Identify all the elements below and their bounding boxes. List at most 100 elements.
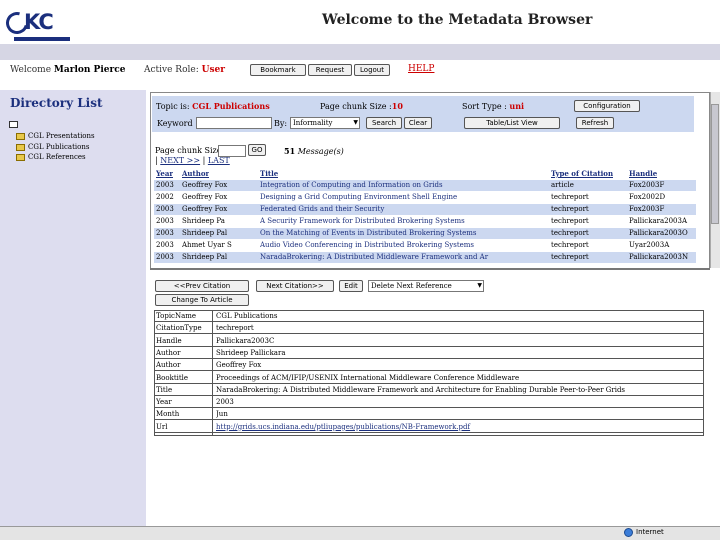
table-cell: Shrideep Pal bbox=[182, 229, 228, 237]
keyword-label: Keyword bbox=[157, 119, 193, 128]
next-citation-button[interactable]: Next Citation>> bbox=[256, 280, 334, 292]
page-chunk-label: Page chunk Size : bbox=[155, 146, 227, 155]
scrollbar-thumb[interactable] bbox=[711, 104, 719, 224]
table-cell: 2002 bbox=[156, 193, 174, 201]
detail-value: CGL Publications bbox=[216, 312, 278, 320]
detail-value: techreport bbox=[216, 324, 254, 333]
bookmark-button[interactable]: Bookmark bbox=[250, 64, 306, 76]
clear-button[interactable]: Clear bbox=[404, 117, 432, 129]
detail-value: Jun bbox=[216, 410, 228, 419]
detail-key: CitationType bbox=[156, 324, 202, 333]
chunk-size: Page chunk Size :10 bbox=[320, 101, 403, 111]
active-role-value: User bbox=[201, 65, 226, 75]
logo-text: KC bbox=[24, 10, 54, 34]
table-row[interactable]: 2003 Geoffrey Fox Federated Grids and thei… bbox=[154, 204, 696, 215]
table-list-view-button[interactable]: Table/List View bbox=[464, 117, 560, 129]
status-zone: Internet bbox=[636, 528, 664, 536]
table-cell: techreport bbox=[551, 205, 589, 213]
kc-logo: KC bbox=[1, 7, 70, 41]
table-cell: Shrideep Pal bbox=[182, 253, 228, 261]
refresh-button[interactable]: Refresh bbox=[576, 117, 614, 129]
logo-underline bbox=[14, 37, 70, 41]
table-cell: Pallickara2003N bbox=[629, 253, 689, 261]
table-row[interactable]: 2003 Ahmet Uyar S Audio Video Conferencing… bbox=[154, 240, 696, 251]
column-author[interactable]: Author bbox=[182, 169, 209, 178]
table-cell: Geoffrey Fox bbox=[182, 193, 228, 201]
go-button[interactable]: GO bbox=[248, 144, 266, 156]
table-cell: techreport bbox=[551, 229, 589, 237]
table-cell: Fox2003F bbox=[629, 205, 665, 213]
table-cell: 2003 bbox=[156, 205, 174, 213]
table-cell: Pallickara2003O bbox=[629, 229, 688, 237]
detail-key: Handle bbox=[156, 336, 182, 345]
edit-button[interactable]: Edit bbox=[339, 280, 363, 292]
help-link[interactable]: HELP bbox=[408, 64, 434, 74]
table-row[interactable]: 2003 Shrideep Pal On the Matching of Event… bbox=[154, 228, 696, 239]
table-cell: 2003 bbox=[156, 241, 174, 249]
column-title[interactable]: Title bbox=[260, 169, 278, 178]
sort-type: Sort Type : uni bbox=[462, 101, 525, 111]
detail-value: Shrideep Pallickara bbox=[216, 348, 286, 357]
keyword-input[interactable] bbox=[196, 117, 272, 129]
last-link[interactable]: LAST bbox=[208, 156, 230, 165]
header-band bbox=[0, 44, 720, 60]
table-cell: On the Matching of Events in Distributed… bbox=[260, 229, 477, 237]
table-cell: Geoffrey Fox bbox=[182, 205, 228, 213]
welcome-text: Welcome Marlon Pierce bbox=[10, 65, 125, 75]
logout-button[interactable]: Logout bbox=[354, 64, 390, 76]
by-select[interactable]: Informality ▼ bbox=[290, 117, 360, 129]
detail-key: Author bbox=[156, 361, 181, 370]
table-header: Year Author Title Type of Citation Handl… bbox=[154, 168, 696, 179]
welcome-label: Welcome bbox=[10, 65, 52, 75]
chevron-down-icon: ▼ bbox=[477, 282, 482, 289]
by-label: By: bbox=[274, 119, 288, 128]
table-row[interactable]: 2003 Shrideep Pal NaradaBrokering: A Distr… bbox=[154, 252, 696, 263]
table-cell: article bbox=[551, 181, 574, 189]
page-title: Welcome to the Metadata Browser bbox=[322, 12, 593, 28]
column-type[interactable]: Type of Citation bbox=[551, 169, 613, 178]
globe-icon bbox=[624, 528, 633, 537]
request-button[interactable]: Request bbox=[308, 64, 352, 76]
detail-row: Year 2003 bbox=[154, 397, 704, 409]
detail-row: Title NaradaBrokering: A Distributed Midd… bbox=[154, 385, 704, 396]
folder-icon bbox=[16, 143, 25, 151]
detail-row: CitationType techreport bbox=[154, 323, 704, 335]
tree-root-icon[interactable] bbox=[9, 121, 18, 128]
detail-value: Pallickara2003C bbox=[216, 336, 275, 345]
search-button[interactable]: Search bbox=[366, 117, 402, 129]
folder-icon bbox=[16, 153, 25, 161]
topic-value: CGL Publications bbox=[192, 101, 270, 111]
table-row[interactable]: 2002 Geoffrey Fox Designing a Grid Computi… bbox=[154, 192, 696, 203]
table-cell: 2003 bbox=[156, 181, 174, 189]
folder-icon bbox=[16, 132, 25, 140]
change-to-article-button[interactable]: Change To Article bbox=[155, 294, 249, 306]
table-cell: techreport bbox=[551, 253, 589, 261]
detail-value: Geoffrey Fox bbox=[216, 361, 262, 370]
table-cell: techreport bbox=[551, 217, 589, 225]
detail-key: Year bbox=[156, 398, 172, 407]
detail-url-link[interactable]: http://grids.ucs.indiana.edu/ptliupages/… bbox=[216, 423, 700, 431]
prev-citation-button[interactable]: <<Prev Citation bbox=[155, 280, 249, 292]
detail-row: Url http://grids.ucs.indiana.edu/ptliupag… bbox=[154, 422, 704, 433]
configuration-button[interactable]: Configuration bbox=[574, 100, 640, 112]
column-handle[interactable]: Handle bbox=[629, 169, 657, 178]
detail-key: Author bbox=[156, 348, 181, 357]
sidebar-item-references[interactable]: CGL References bbox=[16, 153, 86, 161]
table-cell: 2003 bbox=[156, 229, 174, 237]
action-select[interactable]: Delete Next Reference ▼ bbox=[368, 280, 484, 292]
table-cell: techreport bbox=[551, 241, 589, 249]
sidebar-item-publications[interactable]: CGL Publications bbox=[16, 143, 89, 151]
table-cell: 2003 bbox=[156, 253, 174, 261]
status-bar bbox=[0, 526, 720, 540]
active-role-label: Active Role: bbox=[144, 65, 199, 75]
table-row[interactable]: 2003 Geoffrey Fox Integration of Computing… bbox=[154, 180, 696, 191]
table-cell: NaradaBrokering: A Distributed Middlewar… bbox=[260, 253, 489, 261]
sidebar-item-presentations[interactable]: CGL Presentations bbox=[16, 132, 95, 140]
table-row[interactable]: 2003 Shrideep Pa A Security Framework for … bbox=[154, 216, 696, 227]
detail-key: Month bbox=[156, 410, 180, 419]
column-year[interactable]: Year bbox=[156, 169, 173, 178]
table-cell: Integration of Computing and Information… bbox=[260, 181, 443, 189]
detail-row: Author Geoffrey Fox bbox=[154, 360, 704, 372]
chunk-size-value: 10 bbox=[391, 101, 403, 111]
next-link[interactable]: NEXT >> bbox=[160, 156, 200, 165]
